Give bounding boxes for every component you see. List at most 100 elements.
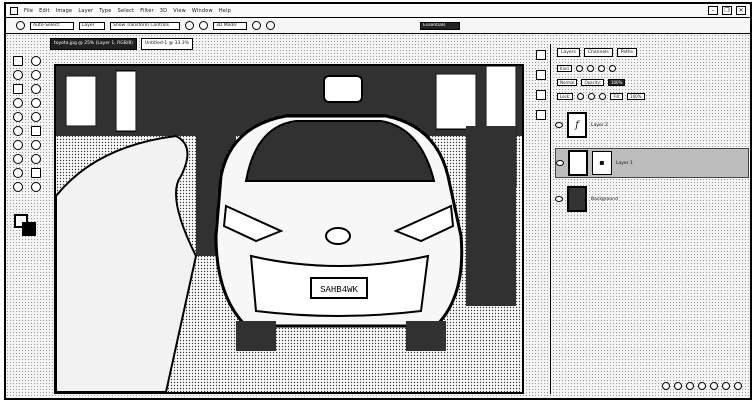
window-controls: – ❐ ✕ [708,6,746,15]
quick-select-tool-icon[interactable] [30,69,41,80]
brush-tool-icon[interactable] [30,97,41,108]
align-icon[interactable] [185,21,194,30]
kind-filter-dropdown[interactable]: Kind [557,64,572,72]
lasso-tool-icon[interactable] [13,69,24,80]
stamp-tool-icon[interactable] [13,111,24,122]
layer-row[interactable]: f Layer 2 [555,110,749,140]
layers-panel: Layers Channels Paths Kind Normal Opacit… [550,44,750,394]
pixel-filter-icon[interactable] [575,64,583,72]
pen-tool-icon[interactable] [13,153,24,164]
layer-row-selected[interactable]: ▪ Layer 1 [555,148,749,178]
character-panel-icon[interactable] [536,110,546,120]
layers-panel-tabs: Layers Channels Paths [551,44,750,61]
license-plate-text: SAHB4WK [320,285,358,295]
layer-thumbnail [567,186,587,212]
transform-controls-checkbox[interactable]: Show Transform Controls [110,21,180,30]
type-tool-icon[interactable] [30,153,41,164]
lock-pixels-icon[interactable] [577,92,585,100]
lock-all-icon[interactable] [599,92,607,100]
panel-icon-strip [534,48,548,228]
history-brush-tool-icon[interactable] [30,111,41,122]
tab-layers[interactable]: Layers [557,48,580,57]
close-button[interactable]: ✕ [736,6,746,15]
dodge-tool-icon[interactable] [30,139,41,150]
menu-file[interactable]: File [24,8,33,14]
visibility-eye-icon[interactable] [556,160,564,166]
tab-paths[interactable]: Paths [616,48,637,57]
maximize-button[interactable]: ❐ [722,6,732,15]
history-panel-icon[interactable] [536,50,546,60]
auto-select-checkbox[interactable]: Auto-Select: [30,21,74,30]
shape-tool-icon[interactable] [30,167,41,178]
hand-tool-icon[interactable] [13,181,24,192]
lock-position-icon[interactable] [588,92,596,100]
eraser-tool-icon[interactable] [13,125,24,136]
layer-row[interactable]: Background [555,184,749,214]
layer-filter-row: Kind [551,61,750,75]
blend-mode-dropdown[interactable]: Normal [557,78,578,86]
auto-select-target[interactable]: Layer [79,21,105,30]
new-layer-icon[interactable] [722,382,730,390]
add-mask-icon[interactable] [686,382,694,390]
menu-image[interactable]: Image [56,8,73,14]
shape-filter-icon[interactable] [608,64,616,72]
app-window: File Edit Image Layer Type Select Filter… [4,2,752,400]
distribute-icon[interactable] [199,21,208,30]
properties-panel-icon[interactable] [536,70,546,80]
document-tabs: toyota.jpg @ 25% (Layer 1, RGB/8) Untitl… [50,38,520,50]
menu-help[interactable]: Help [219,8,231,14]
menu-bar: File Edit Image Layer Type Select Filter… [6,4,750,18]
brush-panel-icon[interactable] [536,90,546,100]
layer-name: Layer 1 [616,160,633,166]
fill-value[interactable]: 100% [627,92,645,100]
workspace-switcher[interactable]: Essentials [420,21,460,30]
blur-tool-icon[interactable] [13,139,24,150]
menu-view[interactable]: View [173,8,186,14]
visibility-eye-icon[interactable] [555,196,563,202]
type-filter-icon[interactable] [597,64,605,72]
menu-filter[interactable]: Filter [140,8,154,14]
car-photo: SAHB4WK [56,66,522,392]
path-select-tool-icon[interactable] [13,167,24,178]
blend-row: Normal Opacity: 100% [551,75,750,89]
zoom-tool-icon[interactable] [30,181,41,192]
layer-name: Layer 2 [591,122,608,128]
eyedropper-tool-icon[interactable] [30,83,41,94]
marquee-tool-icon[interactable] [30,55,41,66]
layer-name: Background [591,196,618,202]
3d-rotate-icon[interactable] [252,21,261,30]
tab-document-1[interactable]: toyota.jpg @ 25% (Layer 1, RGB/8) [50,38,137,50]
menu-layer[interactable]: Layer [78,8,93,14]
move-tool-icon[interactable] [13,55,24,66]
layer-style-icon[interactable] [674,382,682,390]
fill-label: Fill: [610,92,624,100]
lock-label: Lock: [557,92,574,100]
menu-edit[interactable]: Edit [39,8,49,14]
opacity-value[interactable]: 100% [607,78,626,86]
menu-type[interactable]: Type [99,8,111,14]
new-group-icon[interactable] [710,382,718,390]
gradient-tool-icon[interactable] [30,125,41,136]
background-color-swatch[interactable] [22,222,36,236]
menu-window[interactable]: Window [192,8,213,14]
document-canvas[interactable]: SAHB4WK [54,64,524,394]
healing-tool-icon[interactable] [13,97,24,108]
menu-3d[interactable]: 3D [160,8,167,14]
layer-thumbnail: f [567,112,587,138]
adjustment-filter-icon[interactable] [586,64,594,72]
3d-mode-label: 3D Mode: [213,21,247,30]
visibility-eye-icon[interactable] [555,122,563,128]
3d-roll-icon[interactable] [266,21,275,30]
link-layers-icon[interactable] [662,382,670,390]
crop-tool-icon[interactable] [13,83,24,94]
menu-select[interactable]: Select [118,8,135,14]
move-tool-icon[interactable] [16,21,25,30]
layer-mask-thumbnail[interactable]: ▪ [592,151,612,175]
layer-thumbnail [568,150,588,176]
tab-document-2[interactable]: Untitled-1 @ 33.3% [140,38,193,50]
layers-panel-footer [662,382,742,390]
tab-channels[interactable]: Channels [583,48,613,57]
minimize-button[interactable]: – [708,6,718,15]
adjustment-layer-icon[interactable] [698,382,706,390]
delete-layer-icon[interactable] [734,382,742,390]
